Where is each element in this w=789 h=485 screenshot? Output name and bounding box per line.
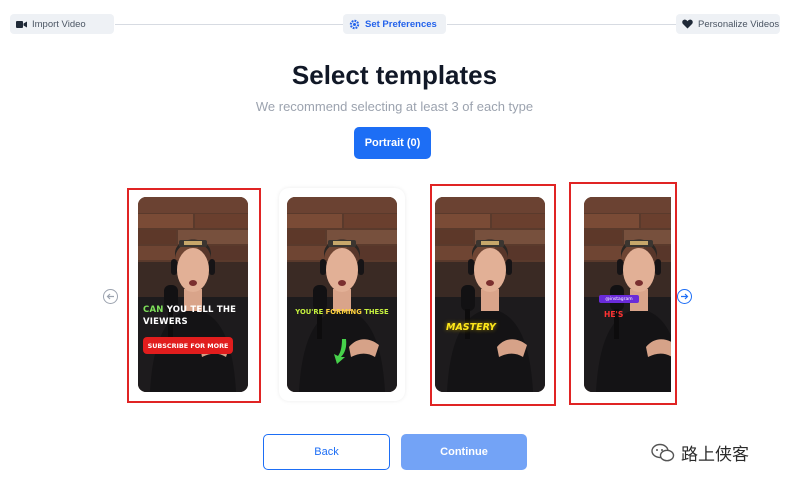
- chevron-left-icon: [106, 292, 115, 301]
- wechat-icon: [651, 443, 675, 463]
- step-import-video[interactable]: Import Video: [10, 14, 114, 34]
- chevron-right-icon: [680, 292, 689, 301]
- template-card[interactable]: MASTERY: [435, 197, 545, 392]
- video-thumbnail: [138, 197, 248, 392]
- heart-icon: [682, 19, 693, 30]
- continue-button[interactable]: Continue: [401, 434, 527, 470]
- step-set-preferences[interactable]: Set Preferences: [343, 14, 446, 34]
- gear-icon: [349, 19, 360, 30]
- watermark-text: 路上侠客: [681, 445, 749, 465]
- carousel-prev-button[interactable]: [103, 289, 118, 304]
- watermark: 路上侠客: [651, 440, 749, 465]
- step-label: Personalize Videos: [698, 18, 780, 30]
- template-card[interactable]: CAN YOU TELL THE VIEWERS SUBSCRIBE FOR M…: [138, 197, 248, 392]
- step-personalize-videos[interactable]: Personalize Videos: [676, 14, 780, 34]
- stepper-connector: [115, 24, 353, 25]
- instagram-tag: @instagram: [599, 295, 639, 303]
- video-thumbnail: [435, 197, 545, 392]
- portrait-filter-button[interactable]: Portrait (0): [354, 127, 431, 159]
- subscribe-pill: SUBSCRIBE FOR MORE: [143, 337, 233, 354]
- carousel-next-button[interactable]: [677, 289, 692, 304]
- template-card[interactable]: YOU'RE FORMING THESE: [287, 197, 397, 392]
- template-caption: HE'S: [604, 310, 624, 319]
- page-title: Select templates: [291, 60, 498, 90]
- video-camera-icon: [16, 19, 27, 30]
- template-caption: YOU'RE FORMING THESE: [295, 308, 389, 316]
- back-button[interactable]: Back: [263, 434, 390, 470]
- step-label: Set Preferences: [365, 18, 437, 30]
- progress-stepper: Import Video Set Preferences Personalize…: [10, 14, 780, 34]
- page-subtitle: We recommend selecting at least 3 of eac…: [255, 99, 534, 114]
- template-caption: MASTERY: [446, 322, 496, 333]
- step-label: Import Video: [32, 18, 86, 30]
- template-caption: CAN YOU TELL THE VIEWERS: [143, 305, 237, 327]
- down-arrow-icon: [334, 339, 347, 364]
- stepper-connector: [447, 24, 685, 25]
- template-card[interactable]: @instagram HE'S: [584, 197, 671, 392]
